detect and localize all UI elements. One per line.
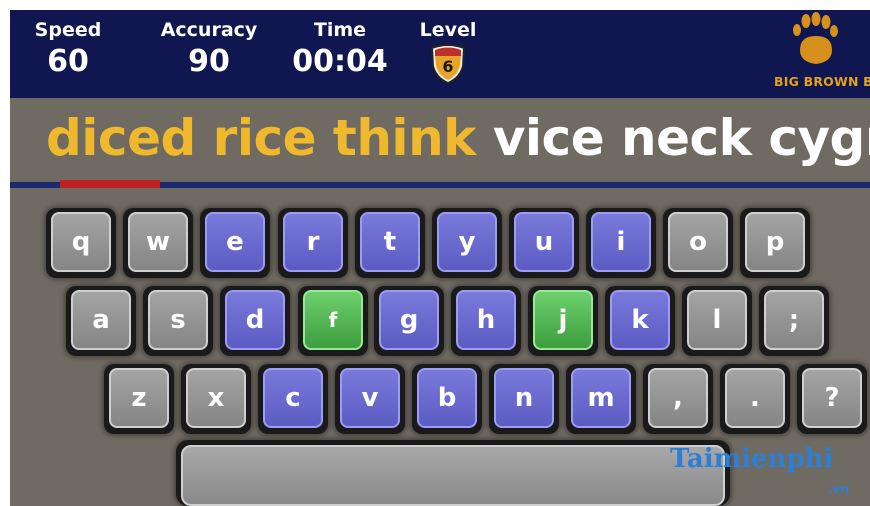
logo: BIG BROWN BEA	[760, 10, 870, 98]
key-z[interactable]: z	[104, 364, 174, 434]
accuracy-label: Accuracy	[160, 19, 258, 41]
key-label: c	[263, 368, 323, 428]
key-v[interactable]: v	[335, 364, 405, 434]
key-f[interactable]: f	[298, 286, 368, 356]
key-semicolon[interactable]: ;	[759, 286, 829, 356]
key-label: ;	[764, 290, 824, 350]
time-value: 00:04	[292, 44, 388, 79]
key-label: g	[379, 290, 439, 350]
key-q[interactable]: q	[46, 208, 116, 278]
time-label: Time	[313, 19, 367, 41]
key-label: .	[725, 368, 785, 428]
key-x[interactable]: x	[181, 364, 251, 434]
key-label: a	[71, 290, 131, 350]
logo-text: BIG BROWN BEA	[774, 74, 870, 89]
word-strip: diced rice think vice neck cygnet	[10, 98, 870, 182]
key-w[interactable]: w	[123, 208, 193, 278]
word-line: diced rice think vice neck cygnet	[46, 102, 870, 174]
space-bar[interactable]	[176, 440, 730, 506]
key-label: w	[128, 212, 188, 272]
key-period[interactable]: .	[720, 364, 790, 434]
key-d[interactable]: d	[220, 286, 290, 356]
key-label: n	[494, 368, 554, 428]
pending-words: vice neck cygnet	[492, 109, 870, 167]
time-stat: Time 00:04	[285, 18, 395, 80]
key-label: r	[283, 212, 343, 272]
accuracy-stat: Accuracy 90	[158, 18, 260, 80]
key-label: z	[109, 368, 169, 428]
key-b[interactable]: b	[412, 364, 482, 434]
key-e[interactable]: e	[200, 208, 270, 278]
key-label: l	[687, 290, 747, 350]
key-comma[interactable]: ,	[643, 364, 713, 434]
key-y[interactable]: y	[432, 208, 502, 278]
key-r[interactable]: r	[278, 208, 348, 278]
key-label: v	[340, 368, 400, 428]
key-label: p	[745, 212, 805, 272]
level-value: 6	[442, 57, 454, 76]
watermark: Taimienphi	[670, 444, 834, 474]
key-question[interactable]: ?	[797, 364, 867, 434]
key-h[interactable]: h	[451, 286, 521, 356]
key-label: y	[437, 212, 497, 272]
key-label: u	[514, 212, 574, 272]
key-u[interactable]: u	[509, 208, 579, 278]
progress-indicator	[60, 180, 160, 188]
accuracy-value: 90	[188, 44, 230, 79]
key-p[interactable]: p	[740, 208, 810, 278]
bear-paw-icon	[793, 12, 838, 64]
key-t[interactable]: t	[355, 208, 425, 278]
key-label: ,	[648, 368, 708, 428]
speed-stat: Speed 60	[28, 18, 108, 80]
watermark-domain: .vn	[828, 482, 849, 496]
key-label: e	[205, 212, 265, 272]
key-label: m	[571, 368, 631, 428]
key-label: s	[148, 290, 208, 350]
key-label: i	[591, 212, 651, 272]
key-label: d	[225, 290, 285, 350]
key-k[interactable]: k	[605, 286, 675, 356]
level-stat: Level 6	[418, 18, 478, 84]
key-a[interactable]: a	[66, 286, 136, 356]
key-m[interactable]: m	[566, 364, 636, 434]
key-label: f	[303, 290, 363, 350]
typed-words: diced rice think	[46, 109, 476, 167]
level-label: Level	[419, 19, 477, 41]
key-i[interactable]: i	[586, 208, 656, 278]
stats-bar: Speed 60 Accuracy 90 Time 00:04 Level 6	[10, 10, 870, 98]
key-label: j	[533, 290, 593, 350]
key-label: k	[610, 290, 670, 350]
key-s[interactable]: s	[143, 286, 213, 356]
key-label: ?	[802, 368, 862, 428]
key-n[interactable]: n	[489, 364, 559, 434]
key-j[interactable]: j	[528, 286, 598, 356]
key-label: o	[668, 212, 728, 272]
key-l[interactable]: l	[682, 286, 752, 356]
key-label: q	[51, 212, 111, 272]
key-c[interactable]: c	[258, 364, 328, 434]
key-label: x	[186, 368, 246, 428]
speed-value: 60	[47, 44, 89, 79]
key-o[interactable]: o	[663, 208, 733, 278]
key-g[interactable]: g	[374, 286, 444, 356]
typing-game: Speed 60 Accuracy 90 Time 00:04 Level 6	[10, 10, 870, 506]
speed-label: Speed	[34, 19, 102, 41]
level-shield-icon: 6	[429, 44, 467, 84]
key-label: t	[360, 212, 420, 272]
space-bar-cap	[181, 445, 725, 506]
key-label: b	[417, 368, 477, 428]
key-label: h	[456, 290, 516, 350]
